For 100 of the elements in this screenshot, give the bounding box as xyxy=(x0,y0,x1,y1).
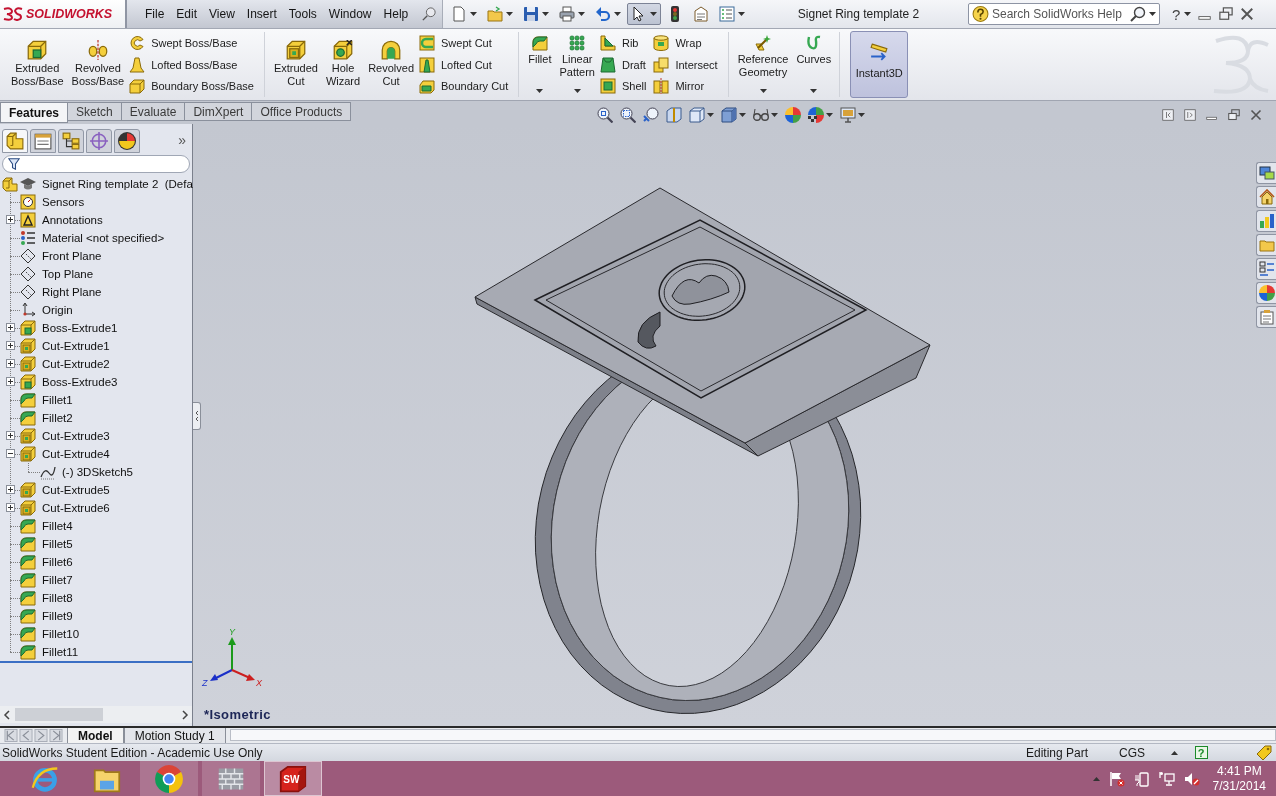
ribbon-button[interactable]: Boundary Cut xyxy=(419,75,514,97)
task-pane-tab[interactable] xyxy=(1256,186,1276,208)
menu-item[interactable]: Insert xyxy=(240,5,283,23)
tree-item[interactable]: Front Plane xyxy=(42,250,102,262)
pushpin-icon[interactable] xyxy=(422,7,436,21)
tree-item[interactable]: Fillet2 xyxy=(42,412,73,424)
tree-item[interactable]: (-) 3DSketch5 xyxy=(62,466,133,478)
task-pane-tab[interactable] xyxy=(1256,306,1276,328)
tree-item[interactable]: Fillet7 xyxy=(42,574,73,586)
ribbon-button[interactable]: Hole Wizard xyxy=(322,32,364,97)
ribbon-button[interactable]: Extruded Cut xyxy=(270,32,321,97)
tree-item[interactable]: Fillet8 xyxy=(42,592,73,604)
glasses-icon[interactable] xyxy=(753,106,769,123)
command-tab[interactable]: DimXpert xyxy=(184,102,253,121)
minus-box-icon[interactable] xyxy=(6,449,15,458)
menu-item[interactable]: Edit xyxy=(170,5,204,23)
last-page-icon[interactable] xyxy=(49,729,63,742)
ribbon-button[interactable]: Mirror xyxy=(653,75,723,97)
ribbon-button[interactable]: Reference Geometry xyxy=(734,32,792,97)
tree-item[interactable]: Fillet11 xyxy=(42,646,79,658)
ribbon-button[interactable]: Swept Cut xyxy=(419,32,514,54)
command-tab[interactable]: Evaluate xyxy=(120,102,186,121)
ribbon-button[interactable]: Revolved Cut xyxy=(365,32,417,97)
tile-right-icon[interactable] xyxy=(1184,108,1196,121)
ribbon-button[interactable]: Shell xyxy=(599,75,652,97)
more-tabs-button[interactable]: » xyxy=(178,132,186,148)
plus-box-icon[interactable] xyxy=(6,359,15,368)
scrollbar-thumb[interactable] xyxy=(15,708,103,721)
magnifier-arrow-icon[interactable] xyxy=(643,106,659,123)
ribbon-button[interactable]: Rib xyxy=(599,32,652,54)
plus-box-icon[interactable] xyxy=(6,377,15,386)
tree-item[interactable]: Cut-Extrude3 xyxy=(42,430,110,442)
help-menu-button[interactable]: ? xyxy=(1172,5,1181,23)
tree-item[interactable]: Fillet9 xyxy=(42,610,73,622)
plus-box-icon[interactable] xyxy=(6,431,15,440)
network-icon[interactable] xyxy=(1158,770,1175,787)
menu-item[interactable]: View xyxy=(203,5,241,23)
task-pane-tab[interactable] xyxy=(1256,210,1276,232)
tree-item[interactable]: Cut-Extrude5 xyxy=(42,484,110,496)
help-button[interactable]: ? xyxy=(1194,746,1208,759)
tag-icon[interactable] xyxy=(1256,744,1272,761)
magnifier-dashed-icon[interactable] xyxy=(620,106,636,123)
task-pane-tab[interactable] xyxy=(1256,234,1276,256)
tree-item[interactable]: Cut-Extrude6 xyxy=(42,502,110,514)
search-icon[interactable] xyxy=(1130,6,1146,22)
plus-box-icon[interactable] xyxy=(6,503,15,512)
ribbon-button[interactable]: Revolved Boss/Base xyxy=(68,32,128,97)
task-pane-tab[interactable] xyxy=(1256,258,1276,280)
menu-item[interactable]: Tools xyxy=(282,5,323,23)
horizontal-scrollbar[interactable] xyxy=(0,706,192,723)
tree-item[interactable]: Sensors xyxy=(42,196,85,208)
tree-item[interactable]: Fillet6 xyxy=(42,556,73,568)
command-tab[interactable]: Office Products xyxy=(251,102,352,121)
plus-box-icon[interactable] xyxy=(6,485,15,494)
taskbar-button[interactable] xyxy=(202,761,260,796)
tree-item[interactable]: Right Plane xyxy=(42,286,102,298)
task-pane-tab[interactable] xyxy=(1256,282,1276,304)
toggle-button[interactable]: Instant3D xyxy=(850,31,909,98)
shaded-cube-icon[interactable] xyxy=(721,106,737,123)
panel-collapse-handle[interactable] xyxy=(193,402,201,430)
plus-box-icon[interactable] xyxy=(6,323,15,332)
ribbon-button[interactable]: Lofted Boss/Base xyxy=(129,53,259,76)
ribbon-button[interactable]: Curves xyxy=(793,32,835,97)
tree-item[interactable]: Fillet5 xyxy=(42,538,73,550)
panel-tab[interactable] xyxy=(114,129,140,153)
tree-item[interactable]: Signet Ring template 2 (Defa xyxy=(42,178,193,190)
tree-item[interactable]: Cut-Extrude1 xyxy=(42,340,110,352)
magnifier-square-icon[interactable] xyxy=(597,106,613,123)
tree-item[interactable]: Fillet10 xyxy=(42,628,80,640)
taskbar-button[interactable] xyxy=(140,761,198,796)
tree-item[interactable]: Top Plane xyxy=(42,268,94,280)
battery-plug-icon[interactable] xyxy=(1133,770,1150,787)
filter-field[interactable] xyxy=(2,155,190,173)
plus-box-icon[interactable] xyxy=(6,215,15,224)
toolbar-button[interactable] xyxy=(627,3,661,25)
ribbon-button[interactable]: Linear Pattern xyxy=(556,32,598,97)
tree-item[interactable]: Boss-Extrude3 xyxy=(42,376,118,388)
sliced-cube-icon[interactable] xyxy=(666,106,682,123)
ribbon-button[interactable]: Wrap xyxy=(653,32,723,54)
tree-item[interactable]: Origin xyxy=(42,304,73,316)
clock-time[interactable]: 4:41 PM xyxy=(1216,763,1262,779)
task-pane-tab[interactable] xyxy=(1256,162,1276,184)
tree-item[interactable]: Cut-Extrude2 xyxy=(42,358,110,370)
restore-icon[interactable] xyxy=(1219,7,1234,21)
ribbon-button[interactable]: Draft xyxy=(599,53,652,76)
ribbon-button[interactable]: Intersect xyxy=(653,53,723,76)
first-page-icon[interactable] xyxy=(4,729,18,742)
menu-item[interactable]: Help xyxy=(377,5,415,23)
clock-date[interactable]: 7/31/2014 xyxy=(1212,778,1266,794)
close-icon[interactable] xyxy=(1240,7,1255,21)
plus-box-icon[interactable] xyxy=(6,341,15,350)
units-button[interactable]: CGS xyxy=(1119,745,1145,760)
chevron-right-icon[interactable] xyxy=(181,709,189,720)
tree-item[interactable]: Boss-Extrude1 xyxy=(42,322,118,334)
panel-tab[interactable] xyxy=(58,129,84,153)
tree-item[interactable]: Annotations xyxy=(42,214,103,226)
tree-item[interactable]: Fillet4 xyxy=(42,520,73,532)
close-icon[interactable] xyxy=(1250,108,1262,121)
panel-tab[interactable] xyxy=(2,129,28,153)
menu-item[interactable]: File xyxy=(139,5,171,23)
